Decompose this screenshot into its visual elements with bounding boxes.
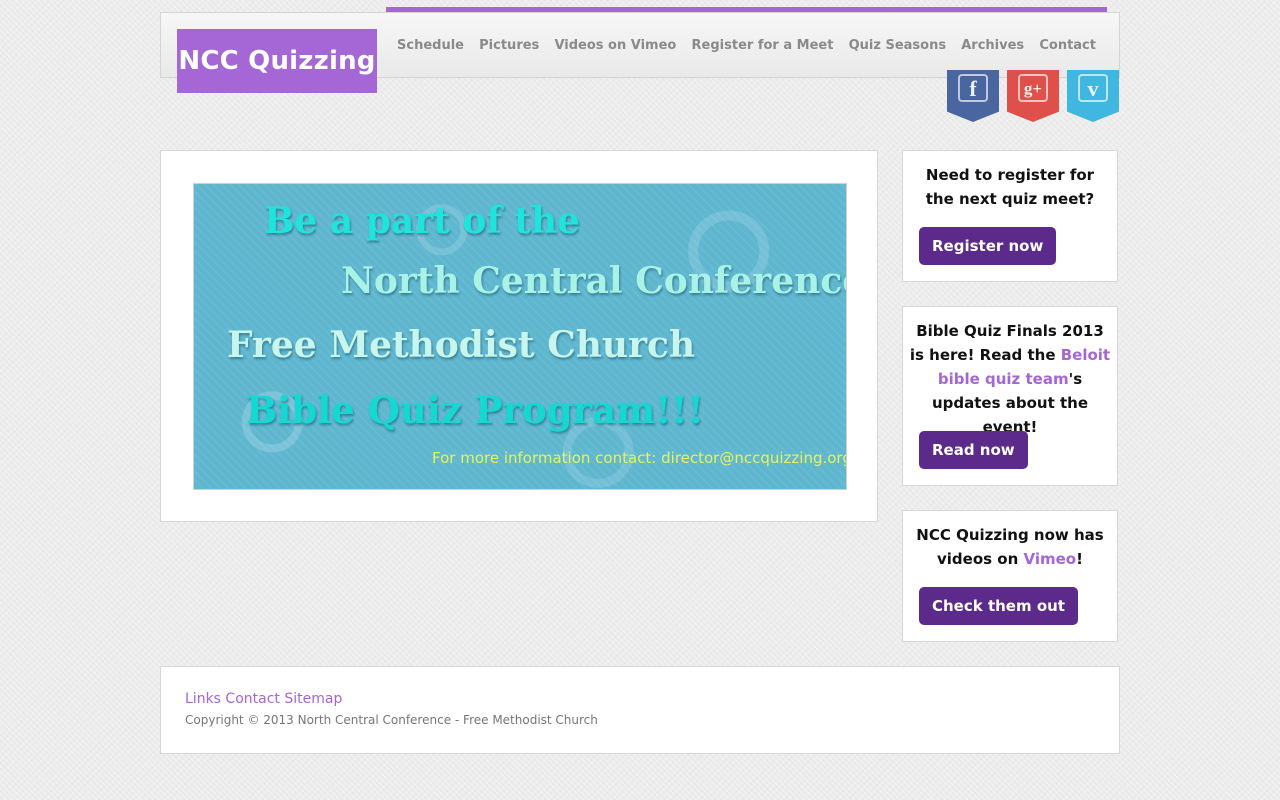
nav-item-quiz-seasons[interactable]: Quiz Seasons xyxy=(849,38,946,53)
site-logo[interactable]: NCC Quizzing xyxy=(177,29,377,93)
main-nav: Schedule Pictures Videos on Vimeo Regist… xyxy=(386,30,1107,60)
vimeo-glyph: v xyxy=(1078,74,1108,102)
footer-link-sitemap[interactable]: Sitemap xyxy=(284,691,342,707)
check-them-out-button[interactable]: Check them out xyxy=(919,587,1078,625)
banner-line-2: North Central Conference xyxy=(341,260,847,302)
vimeo-icon[interactable]: v xyxy=(1067,70,1119,122)
vimeo-widget-text: NCC Quizzing now has videos on Vimeo! xyxy=(913,523,1107,571)
register-widget: Need to register for the next quiz meet?… xyxy=(902,150,1118,282)
register-widget-text: Need to register for the next quiz meet? xyxy=(925,166,1095,208)
google-plus-icon[interactable]: g+ xyxy=(1007,70,1059,122)
nav-item-archives[interactable]: Archives xyxy=(961,38,1024,53)
copyright-text: Copyright © 2013 North Central Conferenc… xyxy=(185,713,598,727)
facebook-icon[interactable]: f xyxy=(947,70,999,122)
google-plus-glyph: g+ xyxy=(1018,74,1048,102)
banner-line-3: Free Methodist Church xyxy=(227,324,696,366)
vimeo-text-after: ! xyxy=(1076,550,1083,568)
nav-item-videos-on-vimeo[interactable]: Videos on Vimeo xyxy=(554,38,676,53)
footer-link-links[interactable]: Links xyxy=(185,691,221,707)
read-now-button[interactable]: Read now xyxy=(919,431,1028,469)
banner-line-4: Bible Quiz Program!!! xyxy=(246,388,704,432)
footer: Links Contact Sitemap Copyright © 2013 N… xyxy=(160,666,1120,754)
nav-item-register-for-a-meet[interactable]: Register for a Meet xyxy=(692,38,834,53)
nav-item-schedule[interactable]: Schedule xyxy=(397,38,464,53)
banner-contact-line: For more information contact: director@n… xyxy=(432,449,847,467)
register-now-button[interactable]: Register now xyxy=(919,227,1057,265)
facebook-glyph: f xyxy=(958,74,988,102)
nav-item-pictures[interactable]: Pictures xyxy=(479,38,539,53)
footer-link-contact[interactable]: Contact xyxy=(225,691,279,707)
vimeo-link[interactable]: Vimeo xyxy=(1024,550,1077,568)
program-banner-image: Be a part of the North Central Conferenc… xyxy=(193,183,847,490)
finals-widget: Bible Quiz Finals 2013 is here! Read the… xyxy=(902,306,1118,486)
nav-accent-bar xyxy=(386,7,1107,12)
finals-widget-text: Bible Quiz Finals 2013 is here! Read the… xyxy=(909,319,1111,439)
banner-line-1: Be a part of the xyxy=(264,200,581,242)
nav-item-contact[interactable]: Contact xyxy=(1039,38,1096,53)
footer-links: Links Contact Sitemap xyxy=(185,691,342,707)
vimeo-widget: NCC Quizzing now has videos on Vimeo! Ch… xyxy=(902,510,1118,642)
